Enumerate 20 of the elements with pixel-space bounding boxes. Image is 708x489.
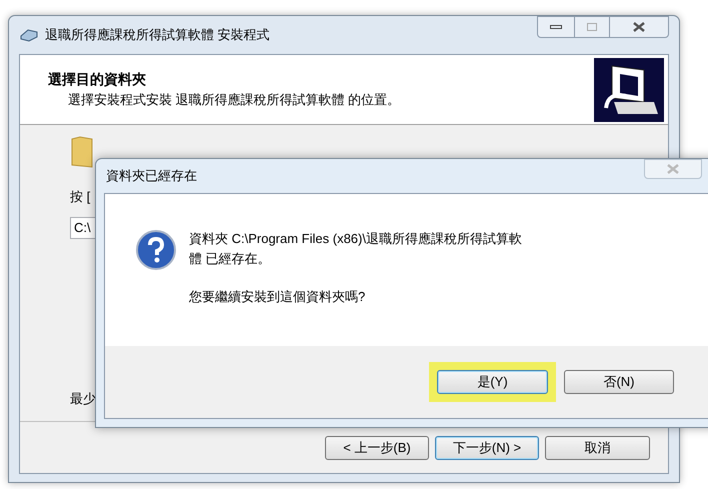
dialog-button[interactable]: < 上一步(B): [325, 436, 429, 460]
header-subtitle: 選擇安裝程式安裝 退職所得應課稅所得試算軟體 的位置。: [67, 91, 402, 110]
dialog-button[interactable]: 否(N): [564, 370, 674, 394]
close-icon: [632, 22, 646, 32]
dialog-question: 您要繼續安裝到這個資料夾嗎?: [189, 288, 366, 306]
dialog-button[interactable]: 是(Y): [437, 370, 548, 394]
minimize-button[interactable]: [537, 16, 575, 38]
folder-icon: [70, 135, 94, 169]
question-icon: [135, 229, 177, 271]
close-icon: [666, 164, 680, 174]
dialog-button[interactable]: 取消: [545, 436, 650, 460]
dialog-title: 資料夾已經存在: [105, 167, 197, 186]
computer-install-icon: [594, 58, 664, 122]
dialog-message: 資料夾 C:\Program Files (x86)\退職所得應課稅所得試算軟體 已經存在。: [189, 230, 523, 268]
instruction-text: 按 [: [70, 188, 92, 206]
header-title: 選擇目的資料夾: [48, 70, 147, 90]
close-button[interactable]: [609, 16, 669, 38]
dialog-button[interactable]: 下一步(N) >: [435, 436, 539, 460]
space-required-text: 最少: [70, 390, 97, 408]
window-title: 退職所得應課稅所得試算軟體 安裝程式: [45, 26, 270, 44]
